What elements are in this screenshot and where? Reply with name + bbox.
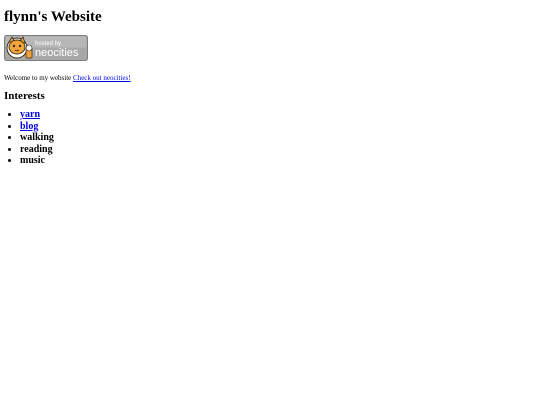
list-item: walking	[20, 132, 540, 144]
list-item: reading	[20, 144, 540, 156]
interest-link-blog[interactable]: blog	[20, 121, 38, 132]
list-item[interactable]: blog	[20, 121, 540, 133]
list-item: music	[20, 155, 540, 167]
interest-reading: reading	[20, 143, 53, 155]
welcome-text: Welcome to my website	[4, 74, 72, 82]
page: flynn's Website hosted by neocities Welc…	[0, 0, 540, 405]
list-item[interactable]: yarn	[20, 109, 540, 121]
interest-music: music	[20, 155, 45, 166]
neocities-link[interactable]: Check out neocities!	[73, 74, 131, 82]
page-title: flynn's Website	[4, 9, 102, 25]
neocities-badge-link[interactable]: hosted by neocities	[4, 26, 88, 61]
interests-heading: Interests	[4, 90, 45, 102]
interest-link-yarn[interactable]: yarn	[20, 109, 40, 120]
interest-walking: walking	[20, 132, 54, 143]
badge-neocities-text: neocities	[35, 47, 79, 59]
interests-list: yarn blog walking reading music	[4, 109, 540, 167]
welcome-line: Welcome to my website Check out neocitie…	[4, 73, 540, 83]
neocities-badge: hosted by neocities	[4, 35, 88, 61]
